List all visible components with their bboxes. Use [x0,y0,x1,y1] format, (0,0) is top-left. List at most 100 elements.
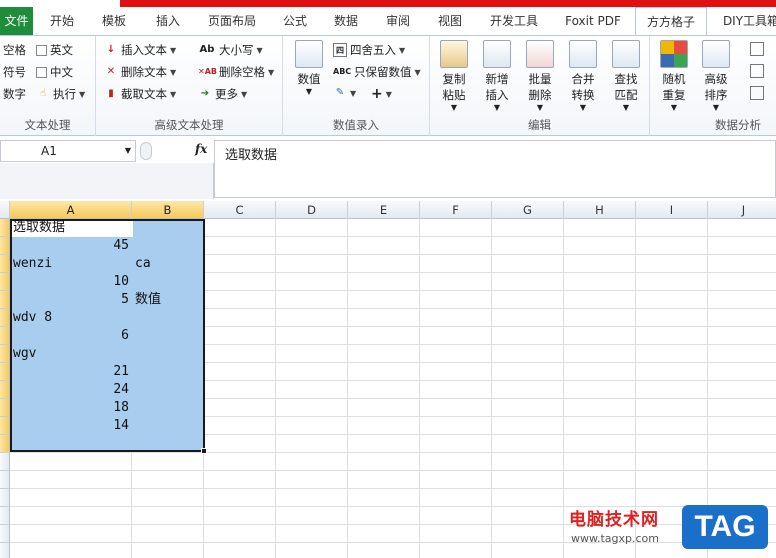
select-all-corner[interactable] [0,201,10,219]
row-header[interactable] [0,453,10,471]
row-header[interactable] [0,327,10,345]
column-header-a[interactable]: A [10,201,132,219]
column-header-f[interactable]: F [420,201,492,219]
row-header[interactable] [0,345,10,363]
fill-handle[interactable] [201,448,207,454]
tab-fangfang[interactable]: 方方格子 [635,7,707,36]
tab-view[interactable]: 视图 [429,7,471,35]
edit-dropdown-button[interactable]: ✎ ▼ [333,86,356,100]
cell-a[interactable]: 21 [10,363,132,381]
delete-space-button[interactable]: ✕AB 删除空格 ▼ [198,64,274,80]
row-header[interactable] [0,255,10,273]
tab-formulas[interactable]: 公式 [275,7,315,35]
row-header[interactable] [0,525,10,543]
analysis-extra-button-2[interactable] [750,64,764,78]
case-button[interactable]: Ab 大小写 ▼ [198,42,263,58]
row-header[interactable] [0,471,10,489]
keep-value-button[interactable]: ABC 只保留数值 ▼ [333,64,421,80]
tab-data[interactable]: 数据 [325,7,367,35]
column-header-i[interactable]: I [636,201,708,219]
column-header-h[interactable]: H [564,201,636,219]
chevron-down-icon: ▼ [712,103,720,112]
cell-a[interactable]: 18 [10,399,132,417]
more-button[interactable]: ➔ 更多 ▼ [198,86,247,102]
cell-a[interactable]: wgv [10,345,132,363]
add-insert-button[interactable]: 新增 插入 ▼ [477,40,517,113]
tab-home[interactable]: 开始 [40,7,84,35]
cell-a[interactable]: 选取数据 [10,219,132,237]
column-header-g[interactable]: G [492,201,564,219]
batch-delete-button[interactable]: 批量 删除 ▼ [520,40,560,113]
execute-button[interactable]: ☝ 执行 ▼ [36,86,85,102]
tab-developer[interactable]: 开发工具 [482,7,546,35]
tab-foxit-pdf[interactable]: Foxit PDF [558,7,628,35]
cell-b[interactable]: ca [132,255,204,273]
cell-b[interactable]: 数值 [132,291,204,309]
column-header-b[interactable]: B [132,201,204,219]
column-header-d[interactable]: D [276,201,348,219]
value-button[interactable]: 数值 ▼ [289,40,329,97]
formula-bar-filler [0,163,214,199]
english-checkbox[interactable]: 英文 [36,42,73,58]
tab-review[interactable]: 审阅 [377,7,419,35]
ribbon: 空格 英文 符号 中文 数字 ☝ 执行 ▼ 文本处理 ↓ 插入文本 ▼ ✕ 删除文本 ▼ ▮… [0,35,776,136]
round-button[interactable]: 四四舍五入 ▼ [333,42,405,58]
column-header-c[interactable]: C [204,201,276,219]
chevron-down-icon[interactable]: ▼ [125,141,131,161]
chinese-checkbox[interactable]: 中文 [36,64,73,80]
number-button[interactable]: 数字 [3,86,26,102]
tab-page-layout[interactable]: 页面布局 [199,7,265,35]
cell-a[interactable]: 14 [10,417,132,435]
formula-bar-splitter[interactable] [140,142,152,160]
analysis-extra-button-1[interactable] [750,42,764,56]
tab-file[interactable]: 文件 [0,7,33,35]
row-header[interactable] [0,219,10,237]
tab-diy-tools[interactable]: DIY工具箱 [716,7,776,35]
name-box[interactable]: A1 ▼ [0,140,136,162]
tab-insert[interactable]: 插入 [146,7,190,35]
formula-input[interactable]: 选取数据 [214,140,776,198]
round-icon: 四 [333,43,347,57]
row-header[interactable] [0,237,10,255]
cell-a[interactable]: wenzi [10,255,132,273]
cell-a[interactable]: 6 [10,327,132,345]
row-header[interactable] [0,291,10,309]
tab-template[interactable]: 模板 [92,7,136,35]
delete-text-icon: ✕ [106,66,116,77]
cell-a[interactable]: 45 [10,237,132,255]
row-header[interactable] [0,543,10,558]
advanced-sort-button[interactable]: 高级 排序 ▼ [696,40,736,113]
column-header-e[interactable]: E [348,201,420,219]
row-header[interactable] [0,363,10,381]
row-header[interactable] [0,273,10,291]
row-header[interactable] [0,399,10,417]
cell-a[interactable]: 24 [10,381,132,399]
pencil-icon: ✎ [335,87,345,98]
cell-a[interactable]: wdv 8 [10,309,132,327]
row-header[interactable] [0,507,10,525]
chevron-down-icon: ▼ [579,103,587,112]
cell-a[interactable]: 10 [10,273,132,291]
find-match-button[interactable]: 查找 匹配 ▼ [606,40,646,113]
delete-text-button[interactable]: ✕ 删除文本 ▼ [104,64,176,80]
row-header[interactable] [0,309,10,327]
insert-text-button[interactable]: ↓ 插入文本 ▼ [104,42,176,58]
analysis-extra-button-3[interactable] [750,86,764,100]
insert-function-icon[interactable]: fx [195,142,207,156]
table-icon [750,86,764,100]
group-edit: 复制 粘贴 ▼ 新增 插入 ▼ 批量 删除 ▼ 合并 转换 ▼ 查找 匹配 ▼ 编辑 [430,36,650,136]
merge-convert-button[interactable]: 合并 转换 ▼ [563,40,603,113]
copy-paste-button[interactable]: 复制 粘贴 ▼ [434,40,474,113]
space-button[interactable]: 空格 [3,42,26,58]
row-header[interactable] [0,417,10,435]
row-header[interactable] [0,381,10,399]
row-header[interactable] [0,489,10,507]
plus-button[interactable]: + ▼ [371,86,392,102]
group-data-analysis: 随机 重复 ▼ 高级 排序 ▼ 数据分析 [650,36,776,136]
column-header-j[interactable]: J [708,201,776,219]
random-repeat-button[interactable]: 随机 重复 ▼ [654,40,694,113]
cell-a[interactable]: 5 [10,291,132,309]
row-header[interactable] [0,435,10,453]
symbol-button[interactable]: 符号 [3,64,26,80]
extract-text-button[interactable]: ▮ 截取文本 ▼ [104,86,176,102]
